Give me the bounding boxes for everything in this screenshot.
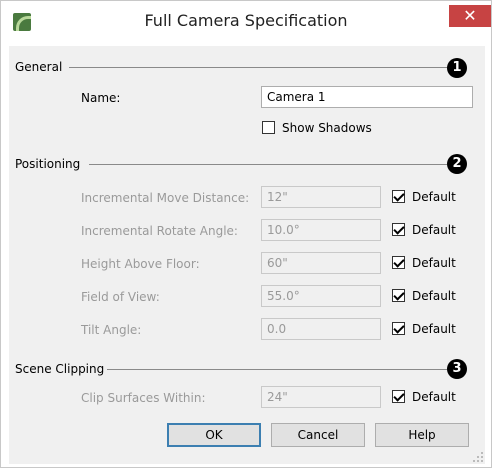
field-of-view-label: Field of View:	[81, 290, 160, 304]
close-button[interactable]: ✕	[449, 5, 491, 27]
clip-surfaces-label: Clip Surfaces Within:	[81, 391, 206, 405]
move-distance-default-checkbox[interactable]	[392, 190, 405, 203]
show-shadows-checkbox[interactable]	[262, 121, 275, 134]
name-input[interactable]: Camera 1	[261, 86, 473, 108]
height-above-floor-default-checkbox[interactable]	[392, 256, 405, 269]
height-above-floor-label: Height Above Floor:	[81, 257, 200, 271]
clip-default-label: Default	[412, 390, 456, 404]
rotate-angle-label: Incremental Rotate Angle:	[81, 224, 238, 238]
section-general-divider	[69, 67, 447, 68]
section-general-title: General	[15, 60, 63, 74]
clip-surfaces-input[interactable]: 24"	[261, 386, 381, 408]
cancel-button[interactable]: Cancel	[271, 423, 365, 447]
section-positioning-title: Positioning	[15, 157, 81, 171]
field-of-view-input[interactable]: 55.0°	[261, 285, 381, 307]
callout-1-badge: 1	[447, 58, 467, 78]
help-button[interactable]: Help	[375, 423, 469, 447]
clip-default-checkbox[interactable]	[392, 390, 405, 403]
section-scene-clipping-divider	[107, 369, 447, 370]
ok-button[interactable]: OK	[167, 423, 261, 447]
field-of-view-default-label: Default	[412, 289, 456, 303]
tilt-angle-label: Tilt Angle:	[81, 323, 142, 337]
section-scene-clipping-title: Scene Clipping	[15, 362, 105, 376]
field-of-view-default-checkbox[interactable]	[392, 289, 405, 302]
move-distance-input[interactable]: 12"	[261, 186, 381, 208]
rotate-angle-default-checkbox[interactable]	[392, 223, 405, 236]
callout-3-badge: 3	[447, 359, 467, 379]
rotate-angle-default-label: Default	[412, 223, 456, 237]
title-bar[interactable]: Full Camera Specification ✕	[2, 2, 491, 40]
tilt-angle-input[interactable]: 0.0	[261, 318, 381, 340]
height-above-floor-default-label: Default	[412, 256, 456, 270]
tilt-angle-default-label: Default	[412, 322, 456, 336]
move-distance-label: Incremental Move Distance:	[81, 191, 250, 205]
section-positioning-divider	[89, 164, 447, 165]
show-shadows-label: Show Shadows	[282, 121, 372, 135]
height-above-floor-input[interactable]: 60"	[261, 252, 381, 274]
move-distance-default-label: Default	[412, 190, 456, 204]
callout-2-badge: 2	[447, 154, 467, 174]
dialog-body: General 1 Name: Camera 1 Show Shadows Po…	[9, 46, 485, 464]
name-label: Name:	[81, 91, 121, 105]
tilt-angle-default-checkbox[interactable]	[392, 322, 405, 335]
resize-grip-icon[interactable]	[473, 452, 483, 462]
dialog-window: Full Camera Specification ✕ General 1 Na…	[0, 0, 492, 468]
rotate-angle-input[interactable]: 10.0°	[261, 219, 381, 241]
window-title: Full Camera Specification	[144, 11, 348, 30]
